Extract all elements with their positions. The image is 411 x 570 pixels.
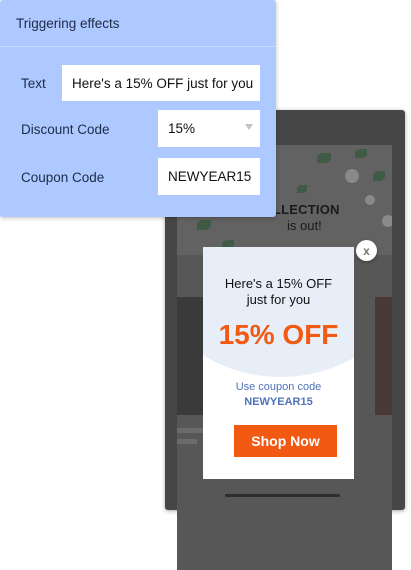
discount-code-value: 15% [168, 121, 196, 136]
coupon-code: NEWYEAR15 [244, 396, 313, 408]
coupon-code-input[interactable]: NEWYEAR15 [158, 158, 260, 195]
discount-code-select[interactable]: 15% [158, 110, 260, 147]
text-label: Text [21, 76, 46, 91]
coupon-code-value: NEWYEAR15 [168, 169, 252, 184]
popup-headline-line1: Here's a 15% OFF [224, 276, 333, 291]
coupon-popup: Here's a 15% OFF just for you 15% OFF Us… [203, 247, 354, 479]
popup-headline: Here's a 15% OFF just for you [203, 276, 354, 308]
hero-subtitle: is out! [287, 218, 322, 233]
shop-now-button[interactable]: Shop Now [234, 425, 337, 457]
home-indicator [225, 494, 340, 497]
discount-code-label: Discount Code [21, 122, 110, 137]
close-label: x [363, 243, 370, 258]
panel-title: Triggering effects [0, 0, 276, 47]
text-input[interactable]: Here's a 15% OFF just for you [62, 65, 260, 101]
popup-header-bubble [203, 247, 354, 377]
coupon-code-label: Coupon Code [21, 170, 105, 185]
popup-discount: 15% OFF [218, 319, 339, 350]
chevron-down-icon [245, 124, 253, 130]
popup-headline-line2: just for you [246, 292, 311, 307]
hero-title: LLECTION [273, 202, 340, 217]
placeholder-lines [177, 428, 203, 450]
text-input-value: Here's a 15% OFF just for you [72, 75, 254, 91]
close-icon[interactable]: x [356, 240, 377, 261]
product-image-right [375, 297, 392, 415]
triggering-effects-panel: Triggering effects Text Here's a 15% OFF… [0, 0, 276, 217]
coupon-label: Use coupon code [235, 381, 322, 393]
